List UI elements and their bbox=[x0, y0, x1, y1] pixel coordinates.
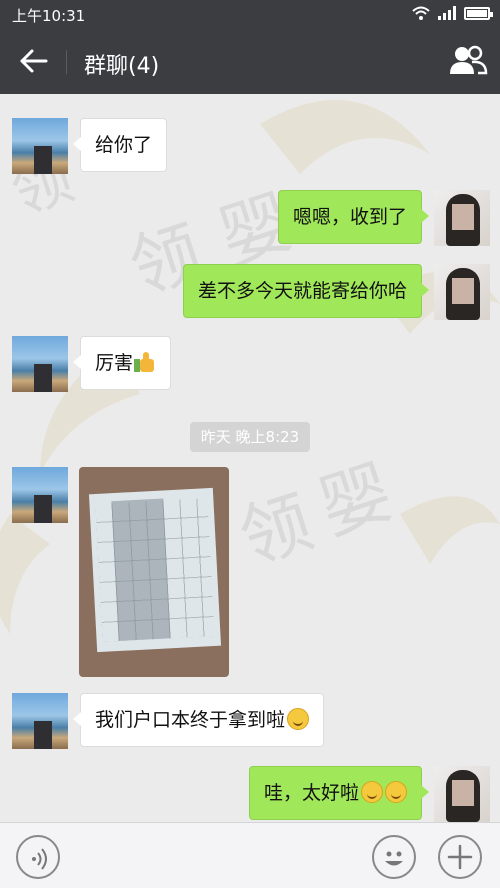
voice-icon bbox=[32, 848, 47, 870]
message-bubble-left[interactable]: 我们户口本终于拿到啦 bbox=[72, 693, 325, 747]
avatar-contact[interactable] bbox=[12, 118, 68, 174]
avatar-self[interactable] bbox=[434, 766, 490, 822]
input-bar bbox=[0, 822, 500, 888]
message-text: 哇，太好啦 bbox=[263, 782, 359, 804]
emoji-button[interactable] bbox=[372, 835, 416, 879]
message-text: 嗯嗯，收到了 bbox=[292, 206, 407, 228]
avatar-contact[interactable] bbox=[12, 693, 68, 749]
svg-text:领: 领 bbox=[230, 481, 322, 581]
battery-fill bbox=[467, 9, 487, 17]
more-actions-button[interactable] bbox=[438, 835, 482, 879]
document-photo bbox=[88, 487, 222, 653]
avatar-contact[interactable] bbox=[12, 336, 68, 392]
message-text: 差不多今天就能寄给你哈 bbox=[197, 280, 407, 302]
status-bar: 上午10:31 bbox=[0, 0, 500, 28]
message-bubble-right[interactable]: 嗯嗯，收到了 bbox=[277, 190, 430, 244]
message-text: 我们户口本终于拿到啦 bbox=[95, 709, 286, 731]
timestamp-divider: 昨天 晚上8:23 bbox=[190, 422, 310, 452]
emoji-face-icon bbox=[385, 851, 403, 866]
signal-icon bbox=[438, 6, 456, 20]
nav-bar: 群聊(4) bbox=[0, 28, 500, 94]
voice-input-button[interactable] bbox=[16, 835, 60, 879]
wifi-icon bbox=[412, 6, 430, 20]
message-bubble-left[interactable]: 厉害 bbox=[72, 336, 172, 390]
smile-emoji-icon bbox=[361, 781, 383, 803]
battery-icon bbox=[464, 6, 493, 20]
nav-divider bbox=[66, 50, 67, 74]
message-bubble-right[interactable]: 差不多今天就能寄给你哈 bbox=[182, 264, 430, 318]
thumbs-up-emoji-icon bbox=[134, 351, 156, 373]
message-text: 厉害 bbox=[95, 352, 134, 374]
plus-icon bbox=[447, 844, 473, 870]
avatar-contact[interactable] bbox=[12, 467, 68, 523]
smile-emoji-icon bbox=[385, 781, 407, 803]
chat-title: 群聊(4) bbox=[84, 54, 160, 79]
status-time: 上午10:31 bbox=[12, 7, 86, 25]
avatar-self[interactable] bbox=[434, 264, 490, 320]
avatar-self[interactable] bbox=[434, 190, 490, 246]
status-icons bbox=[412, 6, 493, 20]
smile-emoji-icon bbox=[287, 708, 310, 730]
message-bubble-right[interactable]: 哇，太好啦 bbox=[248, 766, 430, 820]
message-bubble-left[interactable]: 给你了 bbox=[72, 118, 168, 172]
image-message[interactable] bbox=[79, 467, 229, 677]
back-arrow-icon[interactable] bbox=[18, 45, 52, 77]
message-text: 给你了 bbox=[95, 134, 153, 156]
group-members-icon[interactable] bbox=[448, 44, 488, 78]
svg-text:婴: 婴 bbox=[310, 451, 402, 551]
chat-area[interactable]: 领 婴 领 婴 领 给你了 嗯嗯，收到了 差不多今天就能寄给你哈 厉害 昨天 晚… bbox=[0, 94, 500, 822]
